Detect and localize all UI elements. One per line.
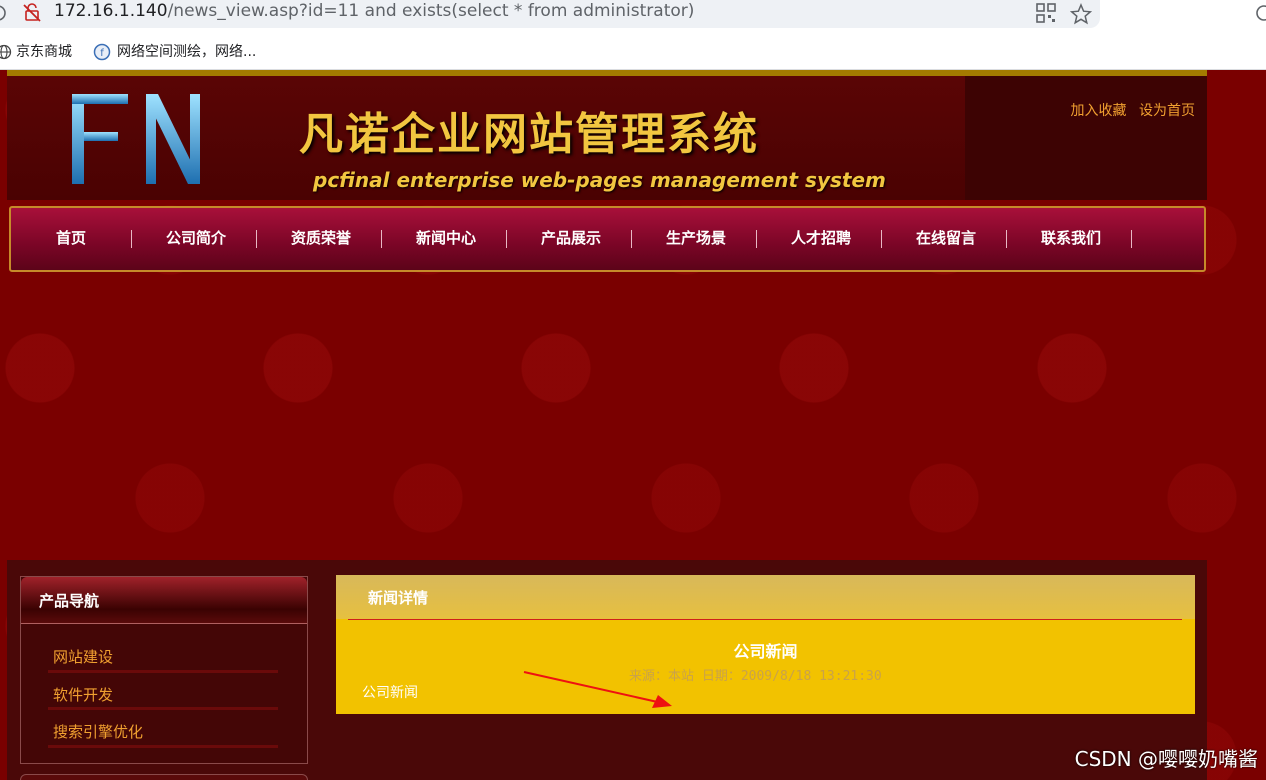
csdn-watermark: CSDN @嘤嘤奶嘴酱: [1074, 747, 1258, 771]
nav-recruitment[interactable]: 人才招聘: [766, 208, 876, 270]
bookmark-cyberspace[interactable]: 网络空间测绘，网络...: [117, 42, 256, 62]
nav-honors[interactable]: 资质荣誉: [266, 208, 376, 270]
divider: [48, 707, 278, 710]
nav-separator: [256, 230, 257, 248]
nav-separator: [381, 230, 382, 248]
site-container: 凡诺企业网站管理系统 pcfinal enterprise web-pages …: [7, 70, 1207, 780]
main-nav: 首页 公司简介 资质荣誉 新闻中心 产品展示 生产场景 人才招聘 在线留言 联系…: [9, 206, 1206, 272]
nav-contact[interactable]: 联系我们: [1016, 208, 1126, 270]
site-subtitle: pcfinal enterprise web-pages management …: [313, 168, 886, 192]
nav-separator: [631, 230, 632, 248]
news-detail-header: 新闻详情: [336, 575, 1195, 619]
divider: [48, 670, 278, 673]
nav-news-center[interactable]: 新闻中心: [391, 208, 501, 270]
red-arrow-annotation: [523, 671, 672, 708]
globe-icon: [0, 44, 12, 60]
product-nav-box: 产品导航 网站建设 软件开发 搜索引擎优化: [20, 576, 308, 764]
bookmarks-bar: 京东商城 f 网络空间测绘，网络...: [0, 33, 1266, 70]
set-homepage-link[interactable]: 设为首页: [1139, 103, 1195, 119]
divider: [348, 619, 1182, 620]
nav-production[interactable]: 生产场景: [641, 208, 751, 270]
product-nav-header: 产品导航: [21, 577, 307, 624]
extension-icon[interactable]: [1254, 3, 1266, 23]
url-host: 172.16.1.140: [54, 1, 168, 21]
nav-home[interactable]: 首页: [16, 208, 126, 270]
nav-separator: [756, 230, 757, 248]
bookmark-jd[interactable]: 京东商城: [16, 42, 72, 62]
news-body: 公司新闻: [362, 685, 418, 701]
product-nav-title: 产品导航: [39, 592, 100, 610]
nav-guestbook[interactable]: 在线留言: [891, 208, 1001, 270]
site-title: 凡诺企业网站管理系统: [299, 109, 759, 160]
svg-text:f: f: [100, 48, 104, 59]
nav-company-profile[interactable]: 公司简介: [141, 208, 251, 270]
nav-separator: [881, 230, 882, 248]
fofa-icon: f: [93, 43, 111, 61]
address-bar[interactable]: 172.16.1.140/news_view.asp?id=11 and exi…: [0, 0, 1100, 28]
add-favorite-link[interactable]: 加入收藏: [1071, 103, 1127, 119]
sidebar-link-seo[interactable]: 搜索引擎优化: [53, 721, 143, 742]
site-header: 凡诺企业网站管理系统 pcfinal enterprise web-pages …: [7, 76, 1207, 200]
web-page: 凡诺企业网站管理系统 pcfinal enterprise web-pages …: [0, 70, 1266, 780]
news-article-title: 公司新闻: [733, 642, 798, 661]
sidebar-link-software[interactable]: 软件开发: [53, 684, 113, 705]
not-secure-icon[interactable]: [22, 3, 42, 23]
news-detail-box: 新闻详情 公司新闻 来源：本站 日期：2009/8/18 13:21:30 公司…: [336, 575, 1195, 714]
nav-separator: [1131, 230, 1132, 248]
address-bar-area: 172.16.1.140/news_view.asp?id=11 and exi…: [0, 0, 1266, 30]
header-right-panel: 加入收藏 设为首页: [965, 76, 1207, 200]
page-info-icon[interactable]: [0, 3, 10, 23]
news-detail-title: 新闻详情: [368, 589, 429, 607]
qr-code-icon[interactable]: [1036, 3, 1056, 23]
nav-products[interactable]: 产品展示: [516, 208, 626, 270]
url-text[interactable]: 172.16.1.140/news_view.asp?id=11 and exi…: [54, 0, 694, 24]
bookmark-star-icon[interactable]: [1070, 3, 1092, 25]
fn-logo: [72, 94, 200, 184]
url-path: /news_view.asp?id=11 and exists(select *…: [167, 1, 695, 21]
nav-separator: [506, 230, 507, 248]
next-sidebar-box: [20, 774, 308, 780]
divider: [48, 745, 278, 748]
nav-separator: [1006, 230, 1007, 248]
sidebar-link-website[interactable]: 网站建设: [53, 646, 113, 667]
nav-separator: [131, 230, 132, 248]
top-links: 加入收藏 设为首页: [1063, 100, 1195, 120]
